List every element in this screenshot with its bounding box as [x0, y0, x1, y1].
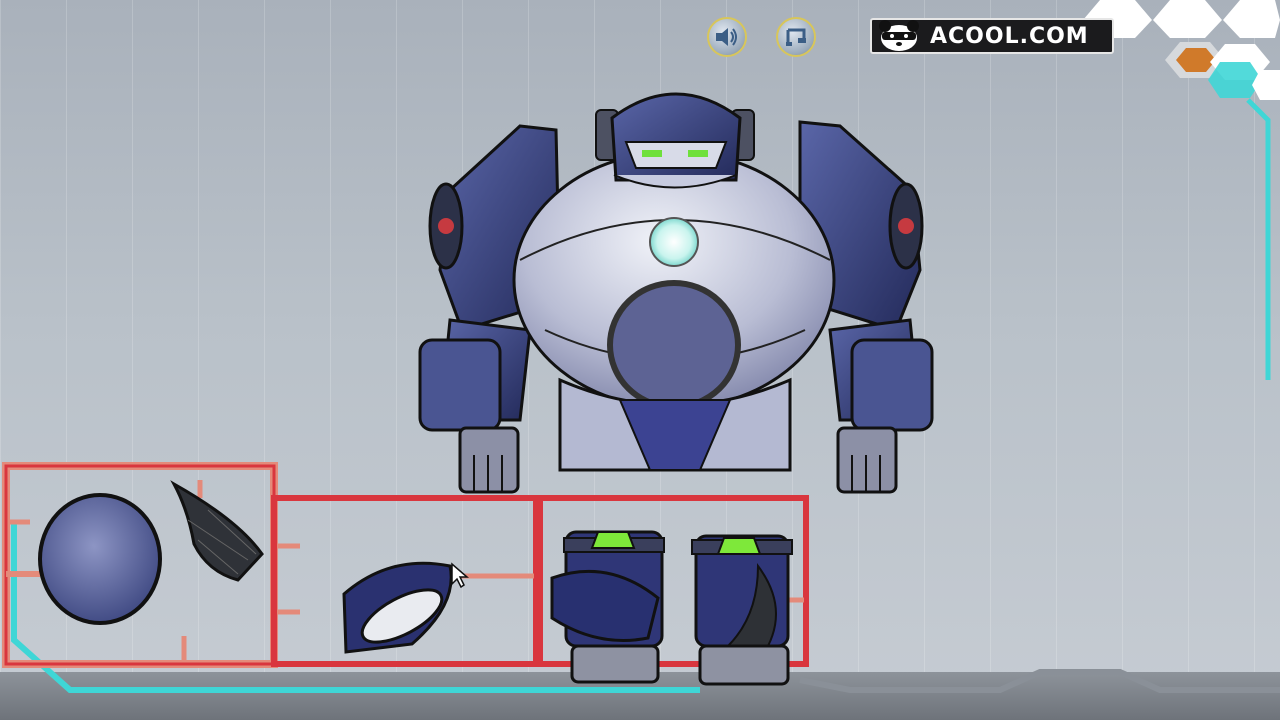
core-light [649, 217, 699, 267]
right-leg-armor[interactable] [688, 526, 800, 688]
music-toggle-button[interactable] [776, 17, 816, 57]
mesh-fin-plate[interactable] [168, 480, 266, 584]
panda-icon [879, 20, 919, 51]
speaker-icon [716, 28, 737, 46]
acool-logo[interactable]: ACOOL.COM [870, 18, 1114, 54]
music-note-icon [786, 28, 806, 46]
round-shield-plate[interactable] [38, 492, 166, 626]
logo-text: ACOOL.COM [930, 23, 1089, 49]
curved-arm-plate[interactable] [340, 554, 460, 656]
hex-decoration [1083, 0, 1280, 100]
mouse-cursor [451, 562, 470, 588]
left-leg-armor[interactable] [548, 518, 670, 688]
sound-toggle-button[interactable] [707, 17, 747, 57]
